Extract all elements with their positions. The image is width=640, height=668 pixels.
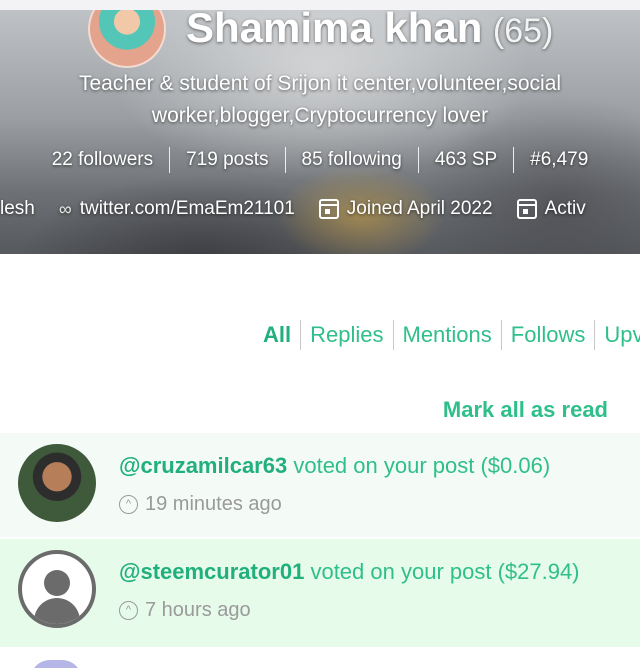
avatar-head [44,570,70,596]
followers-link[interactable]: 22 followers [36,149,169,171]
profile-name: Shamima khan [186,10,483,51]
notification-action[interactable]: voted on your post ($27.94) [310,559,579,584]
joined-text: Joined April 2022 [346,198,493,219]
user-avatar[interactable] [18,444,96,522]
next-notification-avatar[interactable] [30,660,82,668]
tab-mentions[interactable]: Mentions [403,322,492,348]
location-text: lesh [0,198,35,219]
avatar-body [34,598,80,624]
notification-item[interactable]: @steemcurator01 voted on your post ($27.… [0,539,640,647]
divider [500,320,502,350]
notification-time-row: ^ 19 minutes ago [119,493,282,516]
divider [392,320,394,350]
steem-power: 463 SP [434,149,498,170]
notification-time-row: ^ 7 hours ago [119,599,251,622]
active-text: Activ [544,198,586,219]
profile-bio: Teacher & student of Srijon it center,vo… [0,68,640,132]
calendar-icon [318,199,339,219]
notification-user[interactable]: @cruzamilcar63 [119,453,287,478]
notification-filters: All Replies Mentions Follows Upv [263,320,640,350]
divider [594,320,596,350]
upvote-icon: ^ [119,495,138,514]
calendar-icon [516,199,537,219]
profile-stats: 22 followers 719 posts 85 following 463 … [0,147,640,173]
notification-text: @steemcurator01 voted on your post ($27.… [119,559,580,585]
rank: #6,479 [530,149,589,170]
upvote-icon: ^ [119,601,138,620]
notification-time: 7 hours ago [145,599,251,621]
posts-link[interactable]: 719 posts [170,149,284,171]
bio-line: worker,blogger,Cryptocurrency lover [151,104,489,127]
tab-all[interactable]: All [263,322,291,348]
profile-name-row: Shamima khan (65) [186,10,553,52]
tab-follows[interactable]: Follows [511,322,586,348]
divider [300,320,302,350]
default-avatar-icon[interactable] [18,550,96,628]
active-date: Activ [516,198,586,220]
profile-avatar[interactable] [88,10,166,68]
notification-time: 19 minutes ago [145,493,282,515]
notification-action[interactable]: voted on your post ($0.06) [293,453,550,478]
website-link[interactable]: ∞ twitter.com/EmaEm21101 [59,198,295,220]
top-strip [0,0,640,10]
profile-meta: lesh ∞ twitter.com/EmaEm21101 Joined Apr… [0,198,610,220]
mark-all-read-button[interactable]: Mark all as read [443,397,608,423]
joined-date: Joined April 2022 [318,198,493,220]
following-link[interactable]: 85 following [286,149,418,171]
reputation-score: (65) [492,12,554,50]
tab-upvotes[interactable]: Upv [604,322,640,348]
location: lesh [0,198,35,220]
notification-user[interactable]: @steemcurator01 [119,559,304,584]
link-icon: ∞ [58,198,72,219]
notification-item[interactable]: @cruzamilcar63 voted on your post ($0.06… [0,433,640,537]
bio-line: Teacher & student of Srijon it center,vo… [78,72,562,95]
tab-replies[interactable]: Replies [310,322,383,348]
website-text[interactable]: twitter.com/EmaEm21101 [80,198,295,220]
notification-text: @cruzamilcar63 voted on your post ($0.06… [119,453,550,479]
profile-header: Shamima khan (65) Teacher & student of S… [0,10,640,254]
